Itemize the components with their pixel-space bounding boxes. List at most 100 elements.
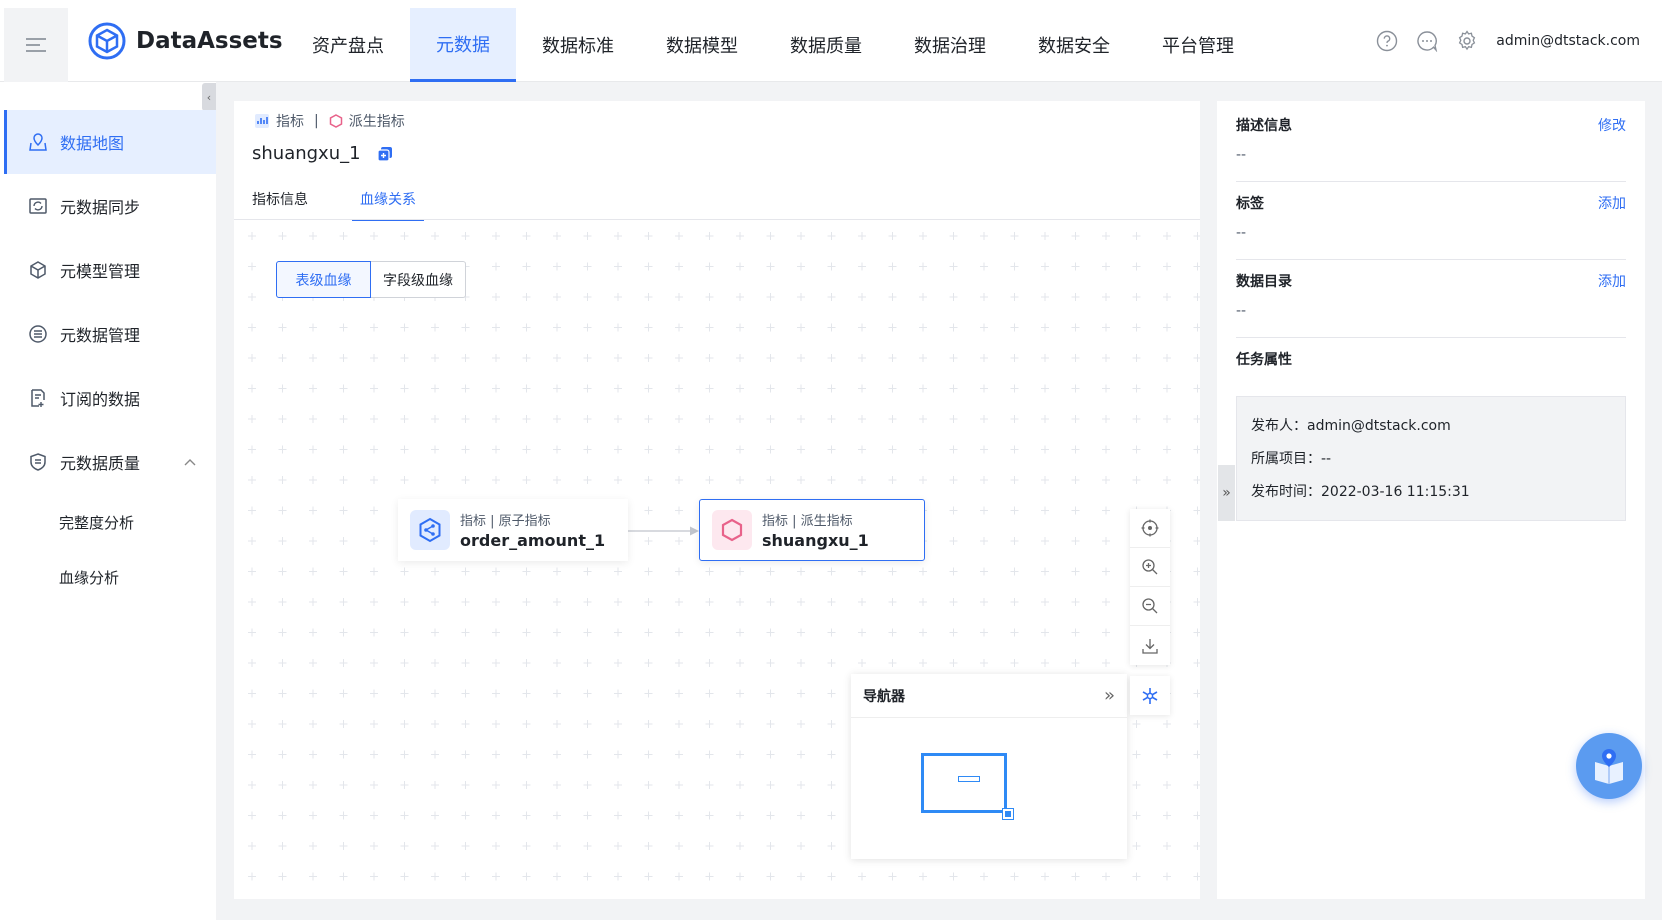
section-task: 任务属性 [1236,349,1626,369]
nav-item-platform[interactable]: 平台管理 [1136,8,1260,82]
share-icon [410,510,450,550]
sidebar-item-metadata-management[interactable]: 元数据管理 [4,302,216,366]
nav-item-inventory[interactable]: 资产盘点 [286,8,410,82]
breadcrumb-separator: | [314,113,319,129]
tab-metric-info[interactable]: 指标信息 [244,187,316,221]
section-title: 描述信息 [1236,118,1292,134]
logo-icon [88,22,126,60]
page-title-text: shuangxu_1 [252,143,361,164]
sidebar-item-metadata-sync[interactable]: 元数据同步 [4,174,216,238]
nav-item-quality[interactable]: 数据质量 [764,8,888,82]
menu-toggle-button[interactable] [4,8,68,82]
app-name: DataAssets [136,28,283,54]
zoom-in-icon [1142,559,1158,575]
edit-description-link[interactable]: 修改 [1598,115,1626,135]
sidebar-item-label: 元数据管理 [60,326,141,345]
sidebar-item-subscribed-data[interactable]: 订阅的数据 [4,366,216,430]
divider [1236,181,1626,182]
section-tags: 标签 添加 -- [1236,193,1626,241]
navigator-title: 导航器 [863,688,905,705]
lineage-mode-switch: 表级血缘 字段级血缘 [276,261,466,298]
data-map-icon [29,133,47,151]
chevron-up-icon[interactable] [184,458,196,466]
download-icon [1142,638,1158,654]
sidebar-item-label: 元数据质量 [60,454,141,473]
lineage-node-source[interactable]: 指标 | 原子指标 order_amount_1 [398,499,628,561]
user-account[interactable]: admin@dtstack.com [1496,33,1640,49]
tab-lineage[interactable]: 血缘关系 [352,187,424,221]
quality-icon [30,453,46,471]
hexagon-icon [329,114,342,128]
nav-item-models[interactable]: 数据模型 [640,8,764,82]
field-lineage-button[interactable]: 字段级血缘 [371,261,466,298]
app-logo[interactable]: DataAssets [88,22,283,60]
nav-item-metadata[interactable]: 元数据 [410,8,516,82]
task-publish-time: 发布时间：2022-03-16 11:15:31 [1251,484,1470,500]
side-panel-toggle[interactable]: » [1218,465,1235,521]
table-lineage-button[interactable]: 表级血缘 [276,261,371,298]
task-properties-box: 发布人：admin@dtstack.com 所属项目：-- 发布时间：2022-… [1236,396,1626,521]
navigator-resize-handle[interactable] [1002,808,1014,820]
lineage-node-current[interactable]: 指标 | 派生指标 shuangxu_1 [699,499,925,561]
help-icon[interactable] [1376,30,1398,52]
zoom-out-button[interactable] [1130,587,1170,626]
section-value: -- [1236,147,1247,163]
section-value: -- [1236,225,1247,241]
zoom-in-button[interactable] [1130,548,1170,587]
map-guide-icon [1595,749,1623,784]
divider [1236,337,1626,338]
page-title: shuangxu_1 [252,143,393,164]
header-actions: admin@dtstack.com [1376,30,1640,52]
sidebar-subitem-lineage[interactable]: 血缘分析 [59,567,119,588]
sync-icon [29,198,47,214]
divider [1236,259,1626,260]
download-button[interactable] [1130,626,1170,665]
task-publisher: 发布人：admin@dtstack.com [1251,418,1451,434]
hexagon-icon [712,510,752,550]
top-header: DataAssets 资产盘点 元数据 数据标准 数据模型 数据质量 数据治理 … [0,0,1662,82]
locate-button[interactable] [1130,509,1170,548]
sidebar-item-data-map[interactable]: 数据地图 [4,110,216,174]
nav-item-security[interactable]: 数据安全 [1012,8,1136,82]
settings-icon[interactable] [1456,30,1478,52]
nav-item-governance[interactable]: 数据治理 [888,8,1012,82]
sidebar-item-label: 订阅的数据 [60,390,141,409]
add-tag-link[interactable]: 添加 [1598,193,1626,213]
breadcrumb-subtype: 派生指标 [348,114,405,130]
sidebar-item-label: 数据地图 [60,134,125,153]
section-description: 描述信息 修改 -- [1236,115,1626,163]
sidebar-subitem-completeness[interactable]: 完整度分析 [59,512,134,533]
sidebar-item-metamodel[interactable]: 元模型管理 [4,238,216,302]
node-meta: 指标 | 原子指标 [460,514,551,529]
add-catalog-link[interactable]: 添加 [1598,271,1626,291]
subscribe-icon [31,389,45,407]
section-title: 标签 [1236,196,1264,212]
section-catalog: 数据目录 添加 -- [1236,271,1626,319]
main-nav: 资产盘点 元数据 数据标准 数据模型 数据质量 数据治理 数据安全 平台管理 [286,8,1260,82]
sidebar-item-label: 元模型管理 [60,262,141,281]
message-icon[interactable] [1416,30,1438,52]
locate-icon [1141,519,1159,537]
navigator-viewport[interactable] [921,753,1014,820]
sidebar-item-label: 元数据同步 [60,198,141,217]
navigator-collapse-button[interactable]: » [1104,685,1115,706]
section-value: -- [1236,303,1247,319]
navigator-panel: 导航器 » [851,674,1127,859]
guide-float-button[interactable] [1576,733,1642,799]
task-project: 所属项目：-- [1251,451,1332,467]
copy-icon[interactable] [376,146,393,162]
nav-item-standards[interactable]: 数据标准 [516,8,640,82]
sidebar-collapse-button[interactable]: ‹ [202,83,216,111]
snowflake-icon [1142,687,1158,704]
section-title: 任务属性 [1236,352,1292,368]
database-icon [29,325,47,343]
zoom-out-icon [1142,598,1158,614]
canvas-toolbar [1130,509,1170,665]
breadcrumb-type: 指标 [276,114,304,130]
detail-tabs: 指标信息 血缘关系 [244,187,424,221]
sidebar-item-metadata-quality[interactable]: 元数据质量 [4,430,216,494]
navigator-mini-node [958,776,980,782]
hamburger-icon [26,38,46,52]
navigator-toggle-button[interactable] [1130,676,1170,715]
navigator-header: 导航器 » [851,674,1127,718]
